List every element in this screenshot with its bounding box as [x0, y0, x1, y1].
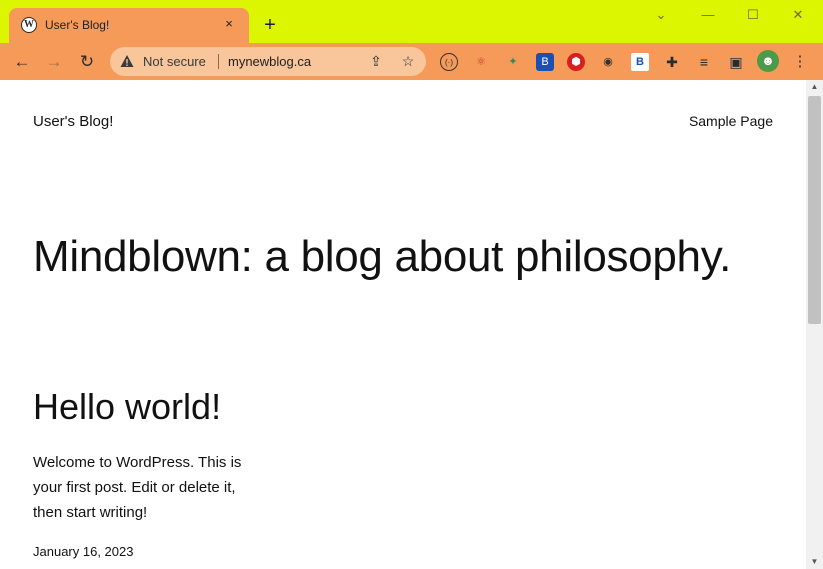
more-menu-icon[interactable]: ⋮	[791, 53, 809, 71]
maximize-icon[interactable]: ☐	[738, 4, 768, 26]
post-excerpt: Welcome to WordPress. This is your first…	[33, 454, 242, 521]
forward-button[interactable]: →	[41, 49, 67, 75]
extension-mirror-icon[interactable]: (·)	[440, 53, 458, 71]
warning-icon	[120, 55, 134, 67]
omnibox-divider	[218, 54, 219, 69]
post-title[interactable]: Hello world!	[33, 386, 221, 428]
reload-button[interactable]: ↻	[74, 49, 100, 75]
not-secure-label[interactable]: Not secure	[143, 54, 206, 69]
back-button[interactable]: ←	[9, 49, 35, 75]
minimize-icon[interactable]: —	[693, 4, 723, 26]
bitwarden-icon[interactable]: B	[536, 53, 554, 71]
tab-close-icon[interactable]: ×	[219, 14, 239, 34]
post-date: January 16, 2023	[33, 544, 134, 559]
new-tab-button[interactable]: +	[259, 14, 281, 36]
site-title[interactable]: User's Blog!	[33, 113, 113, 130]
reading-list-icon[interactable]: ≡	[695, 53, 713, 71]
tab-title: User's Blog!	[45, 18, 110, 32]
browser-titlebar: W User's Blog! × + ⌄ — ☐ ✕	[0, 0, 823, 43]
extension-b-icon[interactable]: B	[631, 53, 649, 71]
extensions-puzzle-icon[interactable]: ✚	[663, 53, 681, 71]
scroll-up-icon[interactable]: ▲	[806, 80, 823, 94]
browser-toolbar: ← → ↻ Not secure mynewblog.ca ⇪ ☆ (·) ⚛ …	[0, 43, 823, 80]
nav-link-sample-page[interactable]: Sample Page	[689, 113, 773, 129]
scroll-thumb[interactable]	[808, 96, 821, 324]
adblock-icon[interactable]: ⬢	[567, 53, 585, 71]
incognito-extension-icon[interactable]: ◉	[599, 53, 617, 71]
close-window-icon[interactable]: ✕	[783, 4, 813, 26]
page-content: User's Blog! Sample Page Mindblown: a bl…	[0, 80, 806, 569]
address-bar[interactable]: Not secure mynewblog.ca ⇪ ☆	[110, 47, 426, 76]
scroll-down-icon[interactable]: ▼	[806, 555, 823, 569]
profile-avatar[interactable]: ☻	[757, 50, 779, 72]
extension-sparkle-icon[interactable]: ✦	[504, 53, 522, 71]
react-devtools-icon[interactable]: ⚛	[472, 53, 490, 71]
bookmark-star-icon[interactable]: ☆	[398, 51, 418, 71]
browser-tab[interactable]: W User's Blog! ×	[9, 8, 249, 43]
share-icon[interactable]: ⇪	[366, 51, 386, 71]
tab-search-chevron-icon[interactable]: ⌄	[646, 4, 676, 26]
vertical-scrollbar[interactable]: ▲ ▼	[806, 80, 823, 569]
wordpress-icon: W	[21, 17, 37, 33]
url-text[interactable]: mynewblog.ca	[228, 54, 311, 69]
side-panel-icon[interactable]: ▣	[727, 53, 745, 71]
hero-heading: Mindblown: a blog about philosophy.	[33, 232, 732, 281]
